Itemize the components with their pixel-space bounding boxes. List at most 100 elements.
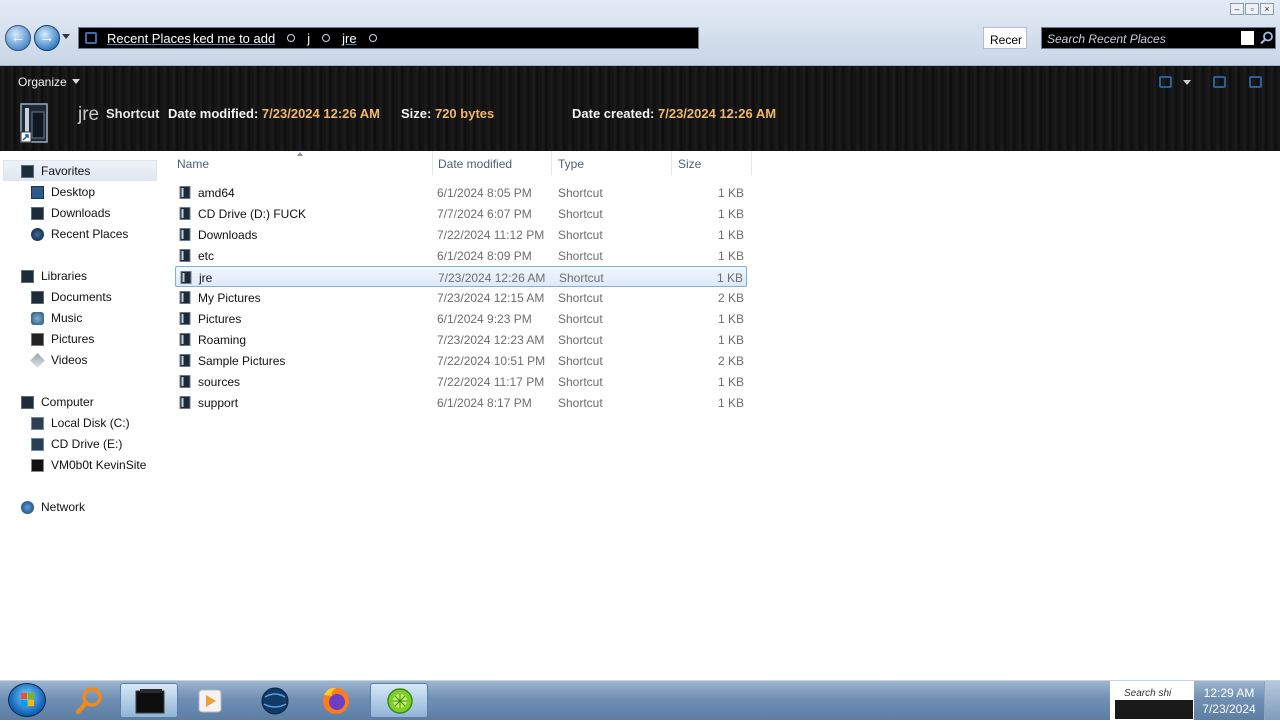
breadcrumb-j[interactable]: j xyxy=(305,31,312,46)
file-row[interactable]: amd64 6/1/2024 8:05 PM Shortcut 1 KB xyxy=(175,182,747,203)
globe-icon xyxy=(261,687,289,715)
file-row[interactable]: jre 7/23/2024 12:26 AM Shortcut 1 KB xyxy=(175,266,747,287)
file-row[interactable]: etc 6/1/2024 8:09 PM Shortcut 1 KB xyxy=(175,245,747,266)
libraries-icon xyxy=(21,269,34,283)
computer-icon xyxy=(21,395,34,409)
file-date-modified: 7/22/2024 11:17 PM xyxy=(437,375,545,389)
column-type-label: Type xyxy=(558,157,585,171)
nav-network-label: Network xyxy=(41,500,86,514)
size-detail: Size: 720 bytes xyxy=(401,106,494,121)
taskbar-internet[interactable] xyxy=(245,683,303,718)
file-size: 1 KB xyxy=(717,228,744,242)
column-date-label: Date modified xyxy=(438,157,513,171)
column-header-date[interactable]: Date modified xyxy=(432,151,552,175)
show-desktop-button[interactable] xyxy=(1264,681,1280,720)
search-icon[interactable] xyxy=(1260,31,1274,45)
nav-videos[interactable]: Videos xyxy=(30,350,87,370)
column-header-type[interactable]: Type xyxy=(552,151,672,175)
date-created-value: 7/23/2024 12:26 AM xyxy=(658,106,777,121)
file-size: 2 KB xyxy=(717,291,744,305)
file-row[interactable]: My Pictures 7/23/2024 12:15 AM Shortcut 2 K… xyxy=(175,287,747,308)
nav-network-share[interactable]: VM0b0t KevinSite xyxy=(31,455,146,475)
file-size: 1 KB xyxy=(717,333,744,347)
taskbar-media-player[interactable] xyxy=(180,683,238,718)
network-icon xyxy=(21,500,34,514)
help-icon[interactable] xyxy=(1249,76,1262,88)
file-row[interactable]: Roaming 7/23/2024 12:23 AM Shortcut 1 KB xyxy=(175,329,747,350)
file-date-modified: 6/1/2024 8:05 PM xyxy=(437,186,532,200)
file-row[interactable]: Pictures 6/1/2024 9:23 PM Shortcut 1 KB xyxy=(175,308,747,329)
shortcut-icon xyxy=(179,396,191,409)
nav-desktop[interactable]: Desktop xyxy=(31,182,95,202)
breadcrumb-separator-icon[interactable] xyxy=(287,34,296,42)
organize-menu[interactable]: Organize xyxy=(18,75,80,89)
start-button[interactable] xyxy=(8,683,46,717)
taskbar-firefox[interactable] xyxy=(306,683,364,718)
music-icon xyxy=(31,311,44,325)
nav-desktop-label: Desktop xyxy=(51,185,96,199)
nav-downloads-label: Downloads xyxy=(51,206,111,220)
documents-icon xyxy=(31,290,44,304)
file-row[interactable]: CD Drive (D:) FUCK 7/7/2024 6:07 PM Shortc… xyxy=(175,203,747,224)
nav-computer[interactable]: Computer xyxy=(21,392,94,412)
nav-recent-places-label: Recent Places xyxy=(51,227,129,241)
file-date-modified: 7/23/2024 12:23 AM xyxy=(437,333,545,347)
shortcut-icon xyxy=(179,312,191,325)
file-name: sources xyxy=(198,375,241,389)
nav-local-disk[interactable]: Local Disk (C:) xyxy=(31,413,130,433)
nav-cd-drive[interactable]: CD Drive (E:) xyxy=(31,434,122,454)
nav-network-share-label: VM0b0t KevinSite xyxy=(51,458,147,472)
nav-recent-places[interactable]: Recent Places xyxy=(31,224,128,244)
date-modified-label: Date modified: xyxy=(168,106,259,121)
size-label: Size: xyxy=(401,106,432,121)
file-name: CD Drive (D:) FUCK xyxy=(198,207,306,221)
column-header-size[interactable]: Size xyxy=(672,151,752,175)
pictures-icon xyxy=(31,332,44,346)
breadcrumb-separator-icon[interactable] xyxy=(368,34,377,42)
maximize-button[interactable]: ▫ xyxy=(1245,3,1259,15)
file-row[interactable]: support 6/1/2024 8:17 PM Shortcut 1 KB xyxy=(175,392,747,413)
back-button[interactable]: ← xyxy=(5,25,31,51)
file-date-modified: 6/1/2024 8:09 PM xyxy=(437,249,532,263)
clock-date: 7/23/2024 xyxy=(1202,702,1256,716)
refresh-button[interactable]: Recer xyxy=(983,27,1027,49)
file-row[interactable]: Sample Pictures 7/22/2024 10:51 PM Shortcu… xyxy=(175,350,747,371)
nav-pictures[interactable]: Pictures xyxy=(31,329,94,349)
file-row[interactable]: sources 7/22/2024 11:17 PM Shortcut 1 KB xyxy=(175,371,747,392)
nav-favorites-label: Favorites xyxy=(41,164,91,178)
minimize-button[interactable]: – xyxy=(1230,3,1244,15)
change-view-icon[interactable] xyxy=(1159,76,1172,88)
nav-local-disk-label: Local Disk (C:) xyxy=(51,416,130,430)
shortcut-large-icon xyxy=(20,103,48,143)
file-name: support xyxy=(198,396,239,410)
file-type: Shortcut xyxy=(558,207,603,221)
nav-documents[interactable]: Documents xyxy=(31,287,112,307)
breadcrumb-recent-places[interactable]: Recent Places xyxy=(105,31,193,46)
forward-button[interactable]: → xyxy=(34,25,60,51)
disk-icon xyxy=(31,416,44,430)
preview-pane-icon[interactable] xyxy=(1213,76,1226,88)
nav-music[interactable]: Music xyxy=(31,308,82,328)
file-name: Sample Pictures xyxy=(198,354,286,368)
breadcrumb-jre[interactable]: jre xyxy=(340,31,358,46)
nav-network[interactable]: Network xyxy=(21,497,85,517)
nav-libraries[interactable]: Libraries xyxy=(21,266,87,286)
recent-pages-dropdown[interactable] xyxy=(62,34,70,39)
file-size: 1 KB xyxy=(717,207,744,221)
file-row[interactable]: Downloads 7/22/2024 11:12 PM Shortcut 1 KB xyxy=(175,224,747,245)
star-icon xyxy=(21,164,34,178)
shortcut-icon xyxy=(179,207,191,220)
address-bar[interactable]: Recent Places ked me to add j jre xyxy=(78,27,699,49)
file-type: Shortcut xyxy=(558,354,603,368)
nav-downloads[interactable]: Downloads xyxy=(31,203,110,223)
taskbar-explorer[interactable] xyxy=(120,683,178,718)
taskbar-app-green[interactable] xyxy=(370,683,428,718)
nav-favorites[interactable]: Favorites xyxy=(21,161,90,181)
view-options-dropdown[interactable] xyxy=(1183,80,1191,85)
breadcrumb-separator-icon[interactable] xyxy=(322,34,331,42)
taskbar-search-app[interactable] xyxy=(60,683,118,718)
system-clock[interactable]: 12:29 AM 7/23/2024 xyxy=(1196,685,1262,717)
close-button[interactable]: × xyxy=(1260,3,1274,15)
breadcrumb-partial[interactable]: ked me to add xyxy=(191,31,277,46)
tray-icons xyxy=(1115,700,1193,719)
